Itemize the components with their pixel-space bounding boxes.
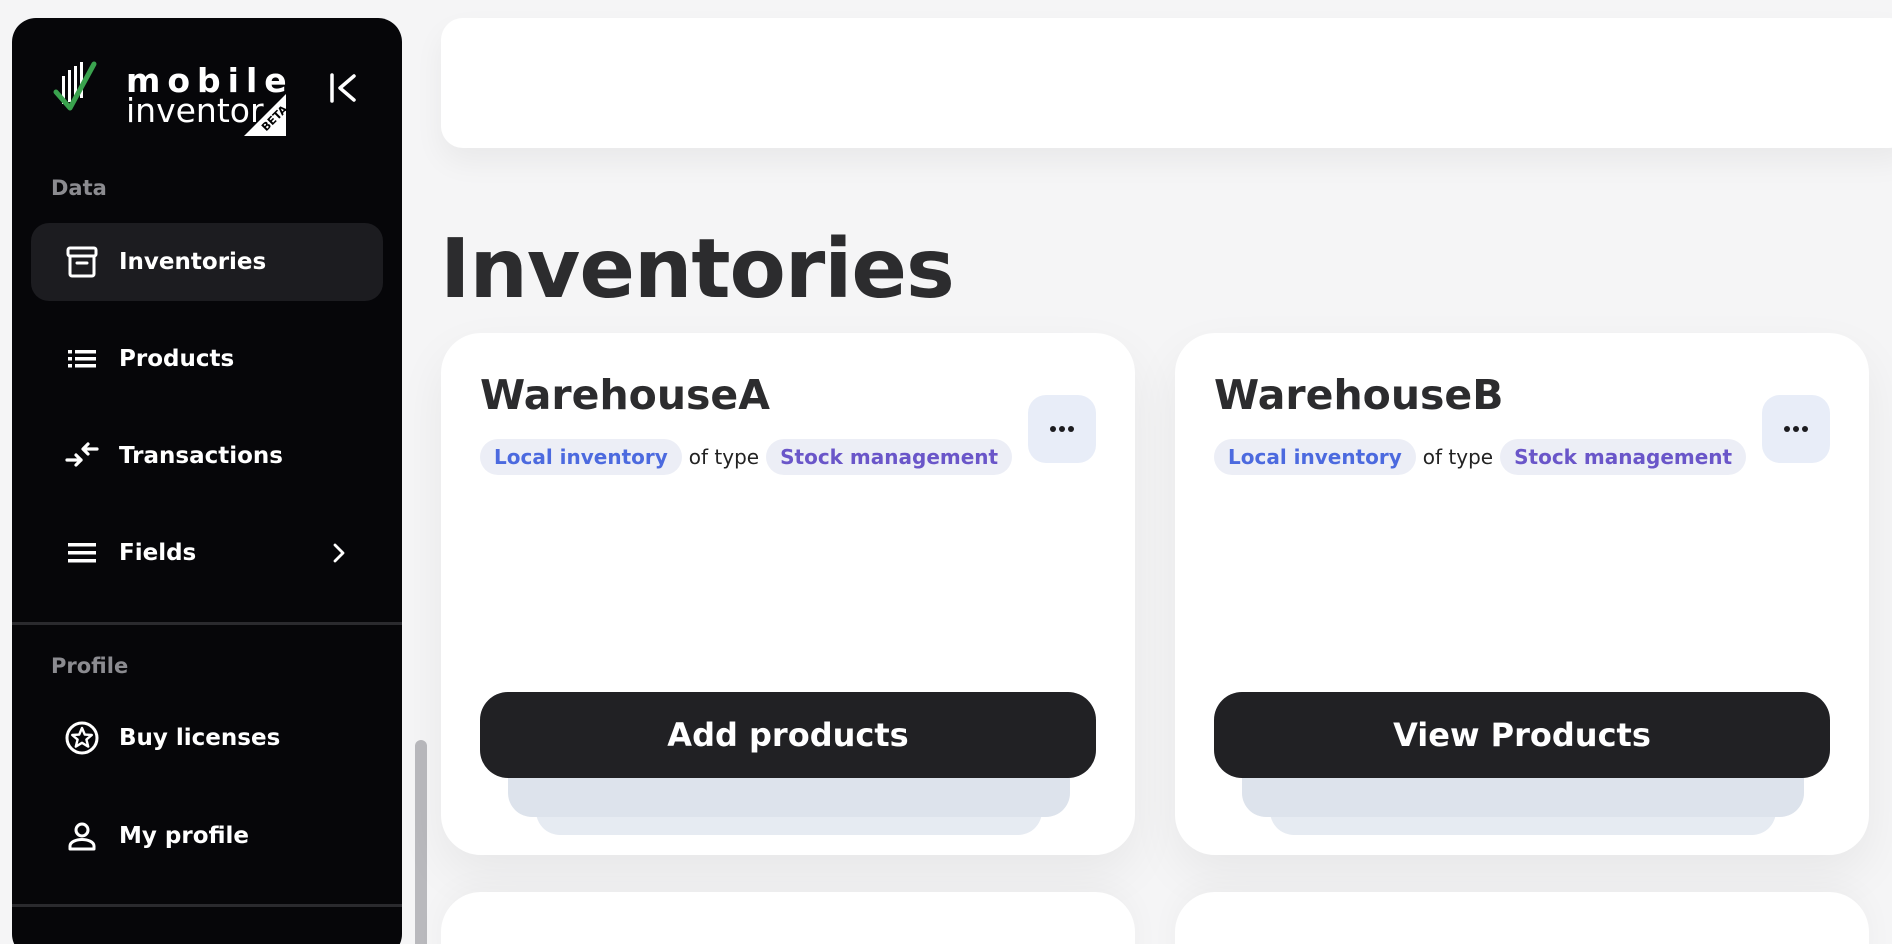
sidebar-item-label: Buy licenses [119,725,281,751]
sidebar-item-label: Products [119,346,235,372]
of-type-text: of type [1422,445,1494,469]
ellipsis-icon [1050,426,1074,432]
star-badge-icon [62,718,102,758]
scrollbar-thumb[interactable] [415,740,427,944]
person-icon [62,816,102,856]
sidebar-divider [12,904,402,907]
inventory-name: WarehouseB [1214,371,1504,419]
inventory-card-partial [1175,892,1869,944]
sidebar-item-my-profile[interactable]: My profile [31,797,383,875]
collapse-sidebar-button[interactable] [324,68,364,108]
section-label-profile: Profile [51,654,129,678]
transactions-arrows-icon [62,436,102,476]
sidebar-item-fields[interactable]: Fields [31,514,383,592]
sidebar: mobile inventor BETA Data Inventories Pr… [12,18,402,944]
sidebar-item-products[interactable]: Products [31,320,383,398]
button-stack-shadow [508,773,1070,817]
location-chip: Local inventory [480,439,682,475]
app-page: mobile inventor BETA Data Inventories Pr… [0,0,1892,944]
type-chip: Stock management [1500,439,1747,475]
sidebar-item-label: My profile [119,823,250,849]
of-type-text: of type [688,445,760,469]
menu-lines-icon [62,533,102,573]
collapse-left-icon [330,73,356,103]
inventory-meta: Local inventory of type Stock management [480,439,1013,475]
sidebar-item-label: Fields [119,540,197,566]
inventory-card-partial [441,892,1135,944]
more-options-button[interactable] [1762,395,1830,463]
top-banner [441,18,1892,148]
inventory-card: WarehouseB Local inventory of type Stock… [1175,333,1869,855]
sidebar-item-label: Transactions [119,443,283,469]
inventory-card: WarehouseA Local inventory of type Stock… [441,333,1135,855]
inventory-meta: Local inventory of type Stock management [1214,439,1747,475]
section-label-data: Data [51,176,107,200]
add-products-button[interactable]: Add products [480,692,1096,778]
sidebar-divider [12,622,402,625]
type-chip: Stock management [766,439,1013,475]
view-products-button[interactable]: View Products [1214,692,1830,778]
sidebar-item-buy-licenses[interactable]: Buy licenses [31,699,383,777]
sidebar-item-label: Inventories [119,249,267,275]
logo-text-inventor: inventor [126,91,264,130]
page-title: Inventories [440,222,955,317]
list-icon [62,339,102,379]
mobile-inventor-logo[interactable]: mobile inventor BETA [50,56,291,136]
more-options-button[interactable] [1028,395,1096,463]
inventory-name: WarehouseA [480,371,770,419]
archive-icon [62,242,102,282]
ellipsis-icon [1784,426,1808,432]
sidebar-item-inventories[interactable]: Inventories [31,223,383,301]
chevron-right-icon[interactable] [321,535,357,571]
location-chip: Local inventory [1214,439,1416,475]
sidebar-item-transactions[interactable]: Transactions [31,417,383,495]
button-stack-shadow [1242,773,1804,817]
